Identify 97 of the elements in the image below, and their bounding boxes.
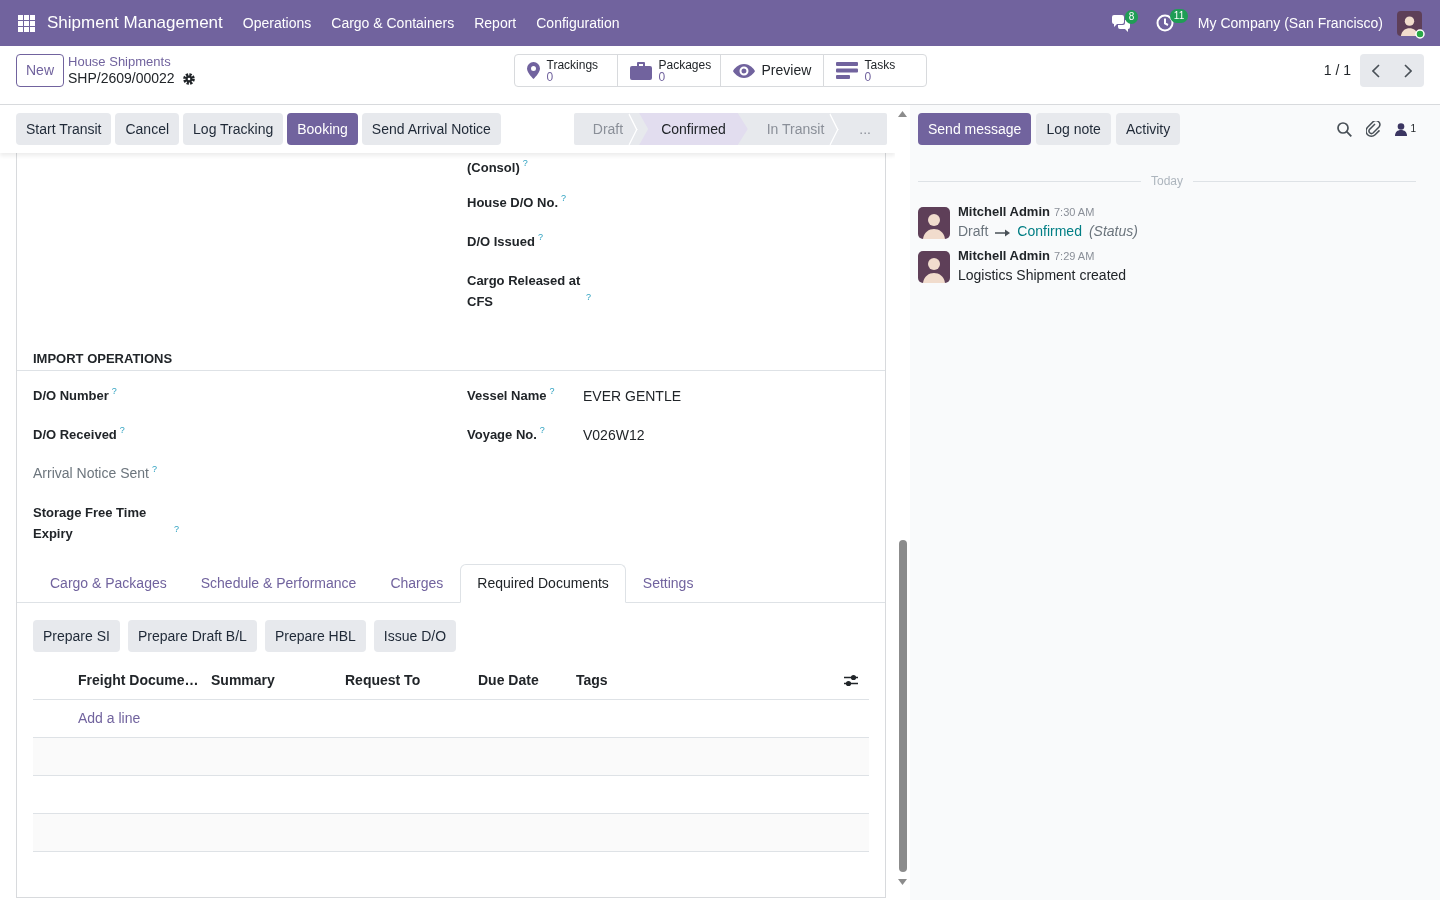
- message-author[interactable]: Mitchell Admin: [958, 248, 1050, 264]
- briefcase-icon: [629, 61, 652, 80]
- field-label: Voyage No.: [467, 426, 537, 444]
- menu-item[interactable]: Configuration: [526, 12, 630, 34]
- field-label: D/O Number: [33, 387, 109, 405]
- smart-button[interactable]: Trackings 0: [513, 54, 618, 87]
- record-name: SHP/2609/00022: [68, 70, 175, 87]
- tracking-field-name: (Status): [1088, 222, 1138, 241]
- help-mark[interactable]: ?: [111, 385, 117, 396]
- tab[interactable]: Charges: [373, 564, 461, 603]
- chat-bubbles-icon[interactable]: [1110, 14, 1131, 32]
- document-button[interactable]: Prepare HBL: [264, 620, 366, 652]
- notification-badge: 11: [1169, 9, 1189, 23]
- gear-icon[interactable]: [182, 72, 195, 85]
- tab[interactable]: Cargo & Packages: [33, 564, 184, 603]
- header-button[interactable]: Start Transit: [16, 113, 112, 145]
- avatar-icon: [918, 251, 950, 283]
- chatter-button[interactable]: Activity: [1115, 113, 1181, 145]
- field-label: D/O Received: [33, 426, 117, 444]
- tracking-new-value: Confirmed: [1017, 222, 1082, 241]
- column-header[interactable]: Request To: [345, 672, 421, 688]
- notification-badge: 8: [1124, 9, 1139, 24]
- chevron-left-icon: [1372, 63, 1380, 78]
- help-mark[interactable]: ?: [539, 424, 545, 435]
- document-button[interactable]: Prepare Draft B/L: [127, 620, 257, 652]
- help-mark[interactable]: ?: [549, 385, 555, 396]
- column-header[interactable]: Due Date: [478, 672, 539, 688]
- tab[interactable]: Settings: [625, 564, 711, 603]
- breadcrumb-link[interactable]: House Shipments: [68, 54, 195, 70]
- header-button[interactable]: Booking: [287, 113, 358, 145]
- message-author[interactable]: Mitchell Admin: [958, 204, 1050, 220]
- field-label: House D/O No.: [467, 194, 558, 212]
- smart-button[interactable]: Packages 0: [616, 54, 721, 87]
- apps-grid-icon[interactable]: [18, 14, 35, 32]
- user-avatar-icon[interactable]: [1397, 10, 1422, 36]
- arrow-icon: [995, 228, 1011, 237]
- chatter-button[interactable]: Send message: [918, 113, 1032, 145]
- header-button[interactable]: Log Tracking: [183, 113, 284, 145]
- document-button[interactable]: Issue D/O: [373, 620, 457, 652]
- pager-value: 1 / 1: [1323, 61, 1351, 80]
- menu-item[interactable]: Report: [464, 12, 527, 34]
- field-label: (Consol): [467, 159, 520, 177]
- scrollbar-thumb[interactable]: [898, 540, 907, 872]
- scroll-up-icon[interactable]: [898, 111, 907, 117]
- eye-icon: [732, 63, 755, 78]
- chevron-right-icon: [1404, 63, 1412, 78]
- status-stage[interactable]: Confirmed: [639, 113, 748, 145]
- smart-button[interactable]: Preview: [719, 54, 824, 87]
- add-line-link[interactable]: Add a line: [78, 708, 141, 729]
- document-button[interactable]: Prepare SI: [33, 620, 120, 652]
- field-label: Arrival Notice Sent: [33, 464, 149, 483]
- tab[interactable]: Schedule & Performance: [183, 564, 374, 603]
- company-switcher[interactable]: My Company (San Francisco): [1197, 12, 1383, 34]
- help-mark[interactable]: ?: [174, 523, 179, 534]
- tracking-old-value: Draft: [958, 222, 989, 241]
- followers-button[interactable]: 1: [1395, 122, 1416, 136]
- column-header[interactable]: Tags: [576, 672, 608, 688]
- sliders-icon[interactable]: [844, 674, 858, 687]
- help-mark[interactable]: ?: [522, 157, 528, 168]
- help-mark[interactable]: ?: [586, 291, 591, 302]
- menu-item[interactable]: Cargo & Containers: [321, 12, 465, 34]
- chatter-button[interactable]: Log note: [1036, 113, 1111, 145]
- search-icon[interactable]: [1337, 121, 1353, 137]
- app-name[interactable]: Shipment Management: [47, 10, 223, 36]
- new-button[interactable]: New: [16, 54, 64, 87]
- message-time: 7:29 AM: [1053, 249, 1095, 264]
- list-icon: [835, 62, 858, 79]
- next-button[interactable]: [1392, 54, 1424, 87]
- date-separator: Today: [1151, 173, 1183, 190]
- field-value: V026W12: [583, 426, 645, 445]
- previous-button[interactable]: [1360, 54, 1392, 87]
- message-body: Logistics Shipment created: [958, 266, 1127, 285]
- menu-item[interactable]: Operations: [232, 12, 322, 34]
- field-label: D/O Issued: [467, 233, 535, 251]
- help-mark[interactable]: ?: [537, 231, 543, 242]
- field-value: EVER GENTLE: [583, 387, 682, 406]
- status-stage[interactable]: ...: [840, 113, 887, 145]
- map-pin-icon: [526, 62, 540, 79]
- section-title: IMPORT OPERATIONS: [17, 348, 885, 371]
- column-header[interactable]: Summary: [211, 672, 275, 688]
- field-label: Storage Free Time Expiry: [33, 504, 148, 543]
- help-mark[interactable]: ?: [119, 424, 125, 435]
- paperclip-icon[interactable]: [1366, 120, 1382, 138]
- avatar-icon: [918, 207, 950, 239]
- message-time: 7:30 AM: [1053, 205, 1095, 220]
- field-label: Vessel Name: [467, 387, 547, 405]
- help-mark[interactable]: ?: [151, 463, 157, 474]
- tab[interactable]: Required Documents: [460, 564, 626, 603]
- person-icon: [1395, 122, 1408, 136]
- help-mark[interactable]: ?: [561, 192, 567, 203]
- column-header[interactable]: Freight Docume…: [78, 672, 199, 688]
- field-label: Cargo Released at CFS: [467, 272, 582, 311]
- smart-button[interactable]: Tasks 0: [822, 54, 927, 87]
- scroll-down-icon[interactable]: [898, 879, 907, 885]
- clock-icon[interactable]: [1155, 14, 1174, 32]
- header-button[interactable]: Cancel: [115, 113, 180, 145]
- header-button[interactable]: Send Arrival Notice: [361, 113, 501, 145]
